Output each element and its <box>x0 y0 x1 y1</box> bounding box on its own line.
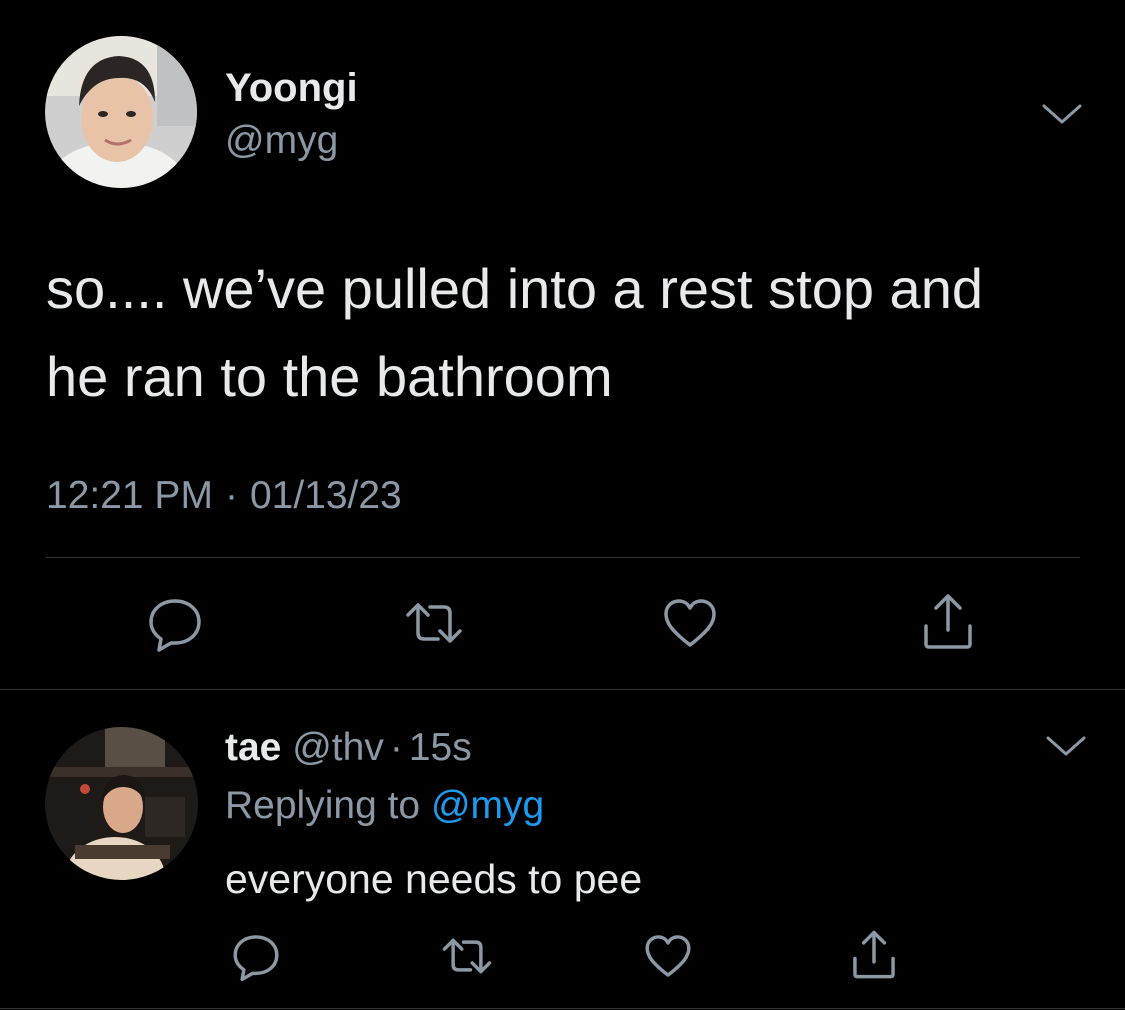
mention-link[interactable]: @myg <box>431 784 544 827</box>
reply-handle[interactable]: @thv <box>292 726 384 769</box>
tweet-time: 12:21 PM <box>46 474 213 517</box>
like-icon[interactable] <box>660 593 720 653</box>
tweet-text: so.... we’ve pulled into a rest stop and… <box>46 245 1086 421</box>
user-handle[interactable]: @myg <box>225 118 338 164</box>
tweet-text-line: he ran to the bathroom <box>46 345 613 408</box>
reply-header: tae @thv · 15s <box>225 724 472 772</box>
reply-icon[interactable] <box>145 593 205 653</box>
retweet-icon[interactable] <box>441 930 493 982</box>
divider <box>0 689 1125 690</box>
reply-time[interactable]: 15s <box>409 726 472 769</box>
tweet-timestamp[interactable]: 12:21 PM · 01/13/23 <box>46 472 402 520</box>
divider <box>0 1008 1125 1009</box>
replying-to: Replying to @myg <box>225 782 544 830</box>
share-icon[interactable] <box>848 929 900 981</box>
share-icon[interactable] <box>918 592 978 652</box>
chevron-down-icon[interactable] <box>1044 732 1088 760</box>
main-tweet-avatar[interactable] <box>45 36 197 188</box>
chevron-down-icon[interactable] <box>1040 100 1084 128</box>
reply-display-name[interactable]: tae <box>225 726 281 769</box>
divider <box>46 557 1080 558</box>
retweet-icon[interactable] <box>404 593 464 653</box>
tweet-date: 01/13/23 <box>249 474 402 517</box>
replying-to-label: Replying to <box>225 784 421 827</box>
profile-photo-icon <box>45 36 197 188</box>
like-icon[interactable] <box>642 930 694 982</box>
tweet-text-line: so.... we’ve pulled into a rest stop and <box>46 257 983 320</box>
meta-separator: · <box>224 474 238 517</box>
meta-separator: · <box>389 726 403 769</box>
display-name[interactable]: Yoongi <box>225 64 358 112</box>
reply-text: everyone needs to pee <box>225 856 643 902</box>
profile-photo-icon <box>45 727 198 880</box>
reply-avatar[interactable] <box>45 727 198 880</box>
reply-icon[interactable] <box>230 930 282 982</box>
